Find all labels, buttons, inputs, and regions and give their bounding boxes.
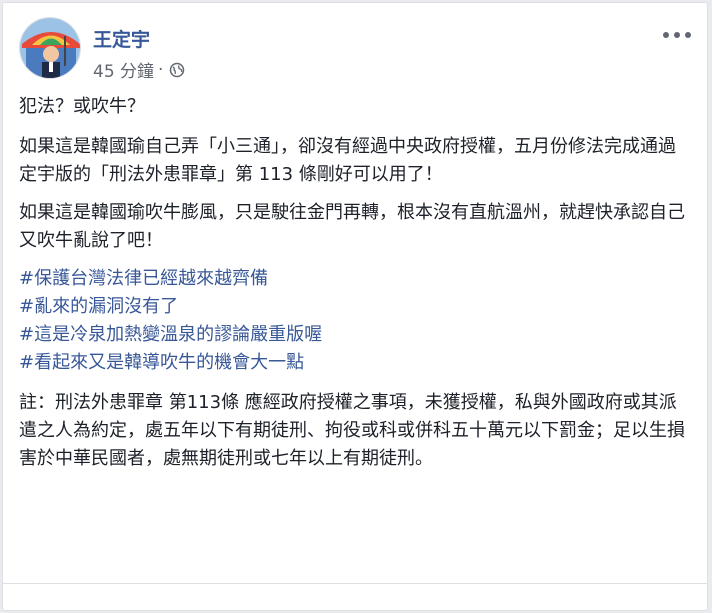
- post-title: 犯法？或吹牛？: [19, 96, 145, 117]
- more-dot: [663, 32, 669, 38]
- post-paragraph-2: 如果這是韓國瑜吹牛膨風，只是駛往金門再轉，根本沒有直航溫州，就趕快承認自己又吹牛…: [19, 202, 685, 251]
- post-footer-divider: [3, 583, 707, 584]
- post-header: 王定宇 45 分鐘 ·: [19, 17, 691, 87]
- hashtag-link[interactable]: #亂來的漏洞沒有了: [19, 293, 693, 321]
- hashtag-link[interactable]: #保護台灣法律已經越來越齊備: [19, 265, 693, 293]
- avatar[interactable]: [19, 17, 81, 79]
- more-dot: [685, 32, 691, 38]
- post-paragraph-1: 如果這是韓國瑜自己弄「小三通」，卻沒有經過中央政府授權，五月份修法完成通過定宇版…: [19, 136, 676, 185]
- meta-separator: ·: [158, 59, 164, 80]
- more-options-icon[interactable]: [663, 25, 691, 45]
- post-card: 王定宇 45 分鐘 · 犯法？或吹牛？ 如果這是韓國瑜自己弄「小三通」，卻沒有經…: [2, 2, 708, 611]
- hashtag-link[interactable]: #看起來又是韓導吹牛的機會大一點: [19, 349, 693, 377]
- post-note: 註：刑法外患罪章 第113條 應經政府授權之事項，未獲授權，私與外國政府或其派遣…: [19, 392, 685, 469]
- avatar-image: [20, 18, 80, 78]
- author-name[interactable]: 王定宇: [93, 25, 150, 52]
- more-dot: [674, 32, 680, 38]
- hashtag-list: #保護台灣法律已經越來越齊備 #亂來的漏洞沒有了 #這是冷泉加熱變溫泉的謬論嚴重…: [19, 265, 693, 377]
- hashtag-link[interactable]: #這是冷泉加熱變溫泉的謬論嚴重版喔: [19, 321, 693, 349]
- post-body: 犯法？或吹牛？ 如果這是韓國瑜自己弄「小三通」，卻沒有經過中央政府授權，五月份修…: [19, 93, 693, 483]
- post-meta: 45 分鐘 ·: [93, 57, 185, 82]
- post-timestamp[interactable]: 45 分鐘: [93, 57, 154, 82]
- globe-icon[interactable]: [169, 62, 185, 78]
